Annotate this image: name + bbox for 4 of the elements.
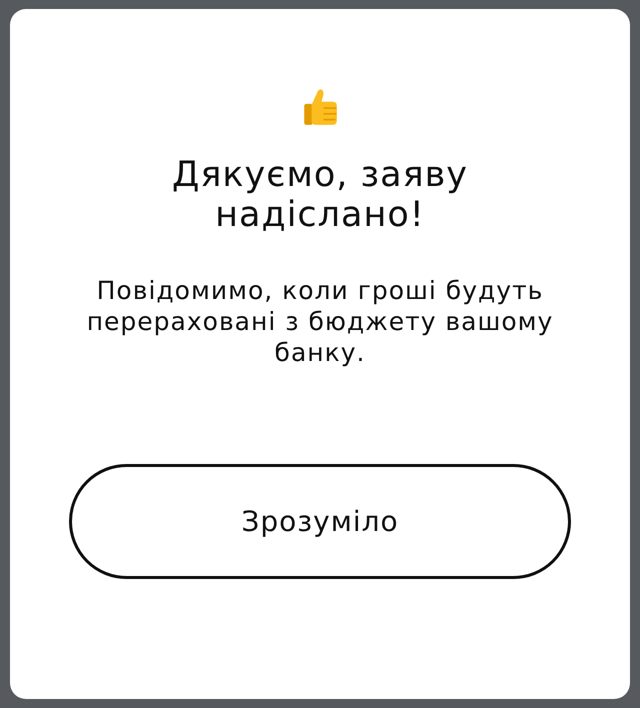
- dialog-message: Повідомимо, коли гроші будуть перераховані з бюджету вашому банку.: [86, 275, 554, 368]
- thumbs-up-icon: [301, 87, 339, 127]
- dialog-title: Дякуємо, заяву надіслано!: [171, 155, 469, 235]
- confirm-button[interactable]: Зрозуміло: [69, 464, 571, 579]
